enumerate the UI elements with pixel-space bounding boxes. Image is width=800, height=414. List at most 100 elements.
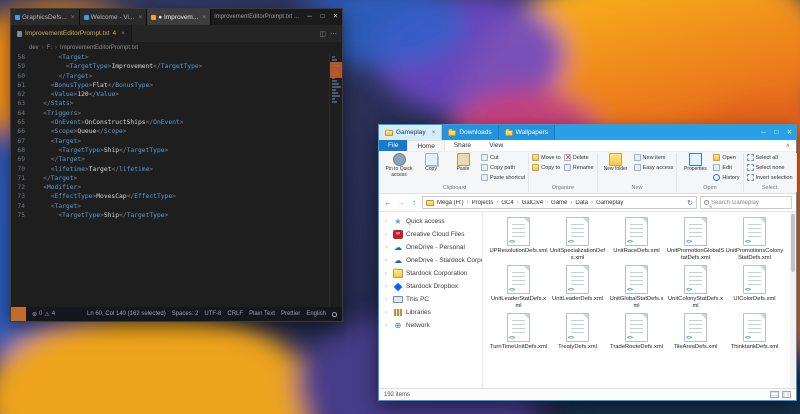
path-segment[interactable]: GC4 [501, 200, 513, 206]
path-segment[interactable]: Game [551, 200, 567, 206]
file-item[interactable]: <> UnitPromotionsColonyStatDefs.xml [725, 217, 784, 261]
breadcrumb-item[interactable]: F: [47, 45, 52, 51]
pin-to-quick-access-button[interactable]: Pin to Quick access [384, 153, 414, 178]
file-item[interactable]: <> UnitSpecializationDefs.xml [548, 217, 607, 261]
select-all-button[interactable]: Select all [746, 153, 793, 162]
sidebar-item[interactable]: › This PC [379, 293, 482, 306]
back-icon[interactable]: ← [383, 198, 393, 207]
chevron-expand-icon[interactable]: › [385, 310, 390, 316]
path-segment[interactable]: GalCiv4 [522, 200, 543, 206]
vscode-title-bar[interactable]: GraphicsDefs... × Welcome - Vi... × ● Improv… [11, 9, 342, 25]
editor-tab[interactable]: ImprovementEditorPrompt.txt 4 × [11, 25, 132, 42]
forward-icon[interactable]: → [396, 198, 406, 207]
ribbon-tab-file[interactable]: File [379, 140, 408, 151]
file-item[interactable]: <> TurnTimeUnitDefs.xml [489, 313, 548, 351]
easy-access-button[interactable]: Easy access [633, 163, 673, 172]
file-list-area[interactable]: <> UPResolutionDefs.xml <> UnitSpecializati… [483, 212, 796, 388]
explorer-tab[interactable]: Gameplay × [379, 125, 443, 140]
delete-button[interactable]: Delete [563, 153, 594, 162]
rename-button[interactable]: Rename [563, 163, 594, 172]
large-icons-view-icon[interactable] [782, 391, 791, 398]
vscode-group-tab[interactable]: GraphicsDefs... × [11, 9, 80, 25]
edit-button[interactable]: Edit [713, 163, 739, 172]
close-icon[interactable]: ✕ [783, 125, 796, 140]
split-editor-icon[interactable]: ◫ [319, 30, 326, 38]
file-item[interactable]: <> UnitLeaderStatDefs.xml [489, 265, 548, 309]
file-item[interactable]: <> TradeRouteDefs.xml [607, 313, 666, 351]
maximize-icon[interactable]: □ [316, 9, 329, 25]
address-box[interactable]: Mega (H:) › Projects › GC4 › GalCiv4 › Game › Data… [422, 196, 697, 209]
close-tab-icon[interactable]: × [121, 30, 125, 37]
chevron-expand-icon[interactable]: › [385, 323, 390, 329]
move-to-button[interactable]: Move to [532, 153, 561, 162]
minimap[interactable] [329, 53, 342, 307]
sidebar-item[interactable]: › Stardock Corporation [379, 267, 482, 280]
new-item-button[interactable]: New item [633, 153, 674, 162]
explorer-tab[interactable]: Wallpapers [498, 125, 555, 140]
chevron-expand-icon[interactable]: › [385, 284, 390, 290]
scrollbar[interactable] [790, 212, 796, 388]
file-item[interactable]: <> UnitGlobalStatDefs.xml [607, 265, 666, 309]
breadcrumb-item[interactable]: dev [29, 45, 39, 51]
code-area[interactable]: <Target> <TargetType>Improvement</Target… [28, 53, 328, 307]
sidebar-item[interactable]: › Stardock Dropbox [379, 280, 482, 293]
new-folder-button[interactable]: New folder [601, 153, 631, 173]
chevron-expand-icon[interactable]: › [385, 271, 390, 277]
explorer-tab[interactable]: Downloads [442, 125, 499, 140]
cut-button[interactable]: Cut [481, 153, 525, 162]
path-segment[interactable]: Projects [472, 200, 494, 206]
open-button[interactable]: Open [713, 153, 739, 162]
ribbon-tab-share[interactable]: Share [445, 140, 480, 151]
close-icon[interactable]: ✕ [329, 9, 342, 25]
editor[interactable]: 58 59 60 61 62 63 64 65 66 67 68 69 70 71 72 73 74 75 <Ta… [11, 53, 342, 307]
explorer-title-bar[interactable]: Gameplay × Downloads Wallpapers ─ □ ✕ [379, 125, 796, 140]
maximize-icon[interactable]: □ [770, 125, 783, 140]
chevron-expand-icon[interactable]: › [385, 258, 390, 264]
breadcrumb-item[interactable]: ImprovementEditorPrompt.txt [60, 45, 138, 51]
scrollbar-thumb[interactable] [791, 214, 795, 272]
copy-to-button[interactable]: Copy to [532, 163, 561, 172]
status-item[interactable]: CRLF [227, 311, 243, 317]
remote-indicator-icon[interactable] [11, 307, 26, 321]
status-item[interactable]: English [306, 311, 326, 317]
search-input[interactable] [711, 199, 788, 206]
chevron-expand-icon[interactable]: › [385, 297, 390, 303]
ribbon-tab-view[interactable]: View [480, 140, 512, 151]
sidebar-item[interactable]: › Network [379, 319, 482, 332]
sidebar-item[interactable]: › OneDrive - Stardock Corporation [379, 254, 482, 267]
ribbon-tab-home[interactable]: Home [407, 140, 445, 151]
path-segment[interactable]: Gameplay [596, 200, 623, 206]
close-tab-icon[interactable]: × [202, 14, 206, 21]
paste-shortcut-button[interactable]: Paste shortcut [481, 173, 525, 182]
select-none-button[interactable]: Select none [746, 163, 793, 172]
sidebar-item[interactable]: › Libraries [379, 306, 482, 319]
close-tab-icon[interactable]: × [71, 14, 75, 21]
more-actions-icon[interactable]: ⋯ [330, 30, 337, 38]
status-item[interactable]: Ln 60, Col 140 (162 selected) [87, 311, 166, 317]
bell-icon[interactable] [332, 311, 337, 317]
minimize-icon[interactable]: ─ [303, 9, 316, 25]
problems-indicator[interactable]: ⊗ 0 ⚠ 4 [32, 311, 55, 318]
file-item[interactable]: <> UnitColonyStatDefs.xml [666, 265, 725, 309]
properties-button[interactable]: Properties [680, 153, 710, 173]
file-item[interactable]: <> ThinktankDefs.xml [725, 313, 784, 351]
file-item[interactable]: <> UIColorDefs.xml [725, 265, 784, 309]
status-item[interactable]: UTF-8 [204, 311, 221, 317]
file-item[interactable]: <> UnitRaceDefs.xml [607, 217, 666, 261]
minimize-icon[interactable]: ─ [757, 125, 770, 140]
history-button[interactable]: History [713, 173, 740, 182]
chevron-expand-icon[interactable]: › [385, 219, 390, 225]
collapse-ribbon-icon[interactable]: ∧ [780, 140, 796, 151]
vscode-group-tab[interactable]: Welcome - Vi... × [79, 9, 148, 25]
chevron-expand-icon[interactable]: › [385, 245, 390, 251]
chevron-expand-icon[interactable]: › [385, 232, 390, 238]
paste-button[interactable]: Paste [448, 153, 478, 178]
sidebar-item[interactable]: › Quick access [379, 215, 482, 228]
copy-path-button[interactable]: Copy path [481, 163, 525, 172]
close-tab-icon[interactable]: × [432, 129, 436, 136]
copy-button[interactable]: Copy [416, 153, 446, 178]
status-item[interactable]: Plain Text [249, 311, 275, 317]
invert-selection-button[interactable]: Invert selection [746, 173, 793, 182]
file-item[interactable]: <> UnitLeaderDefs.xml [548, 265, 607, 309]
file-item[interactable]: <> TreatyDefs.xml [548, 313, 607, 351]
